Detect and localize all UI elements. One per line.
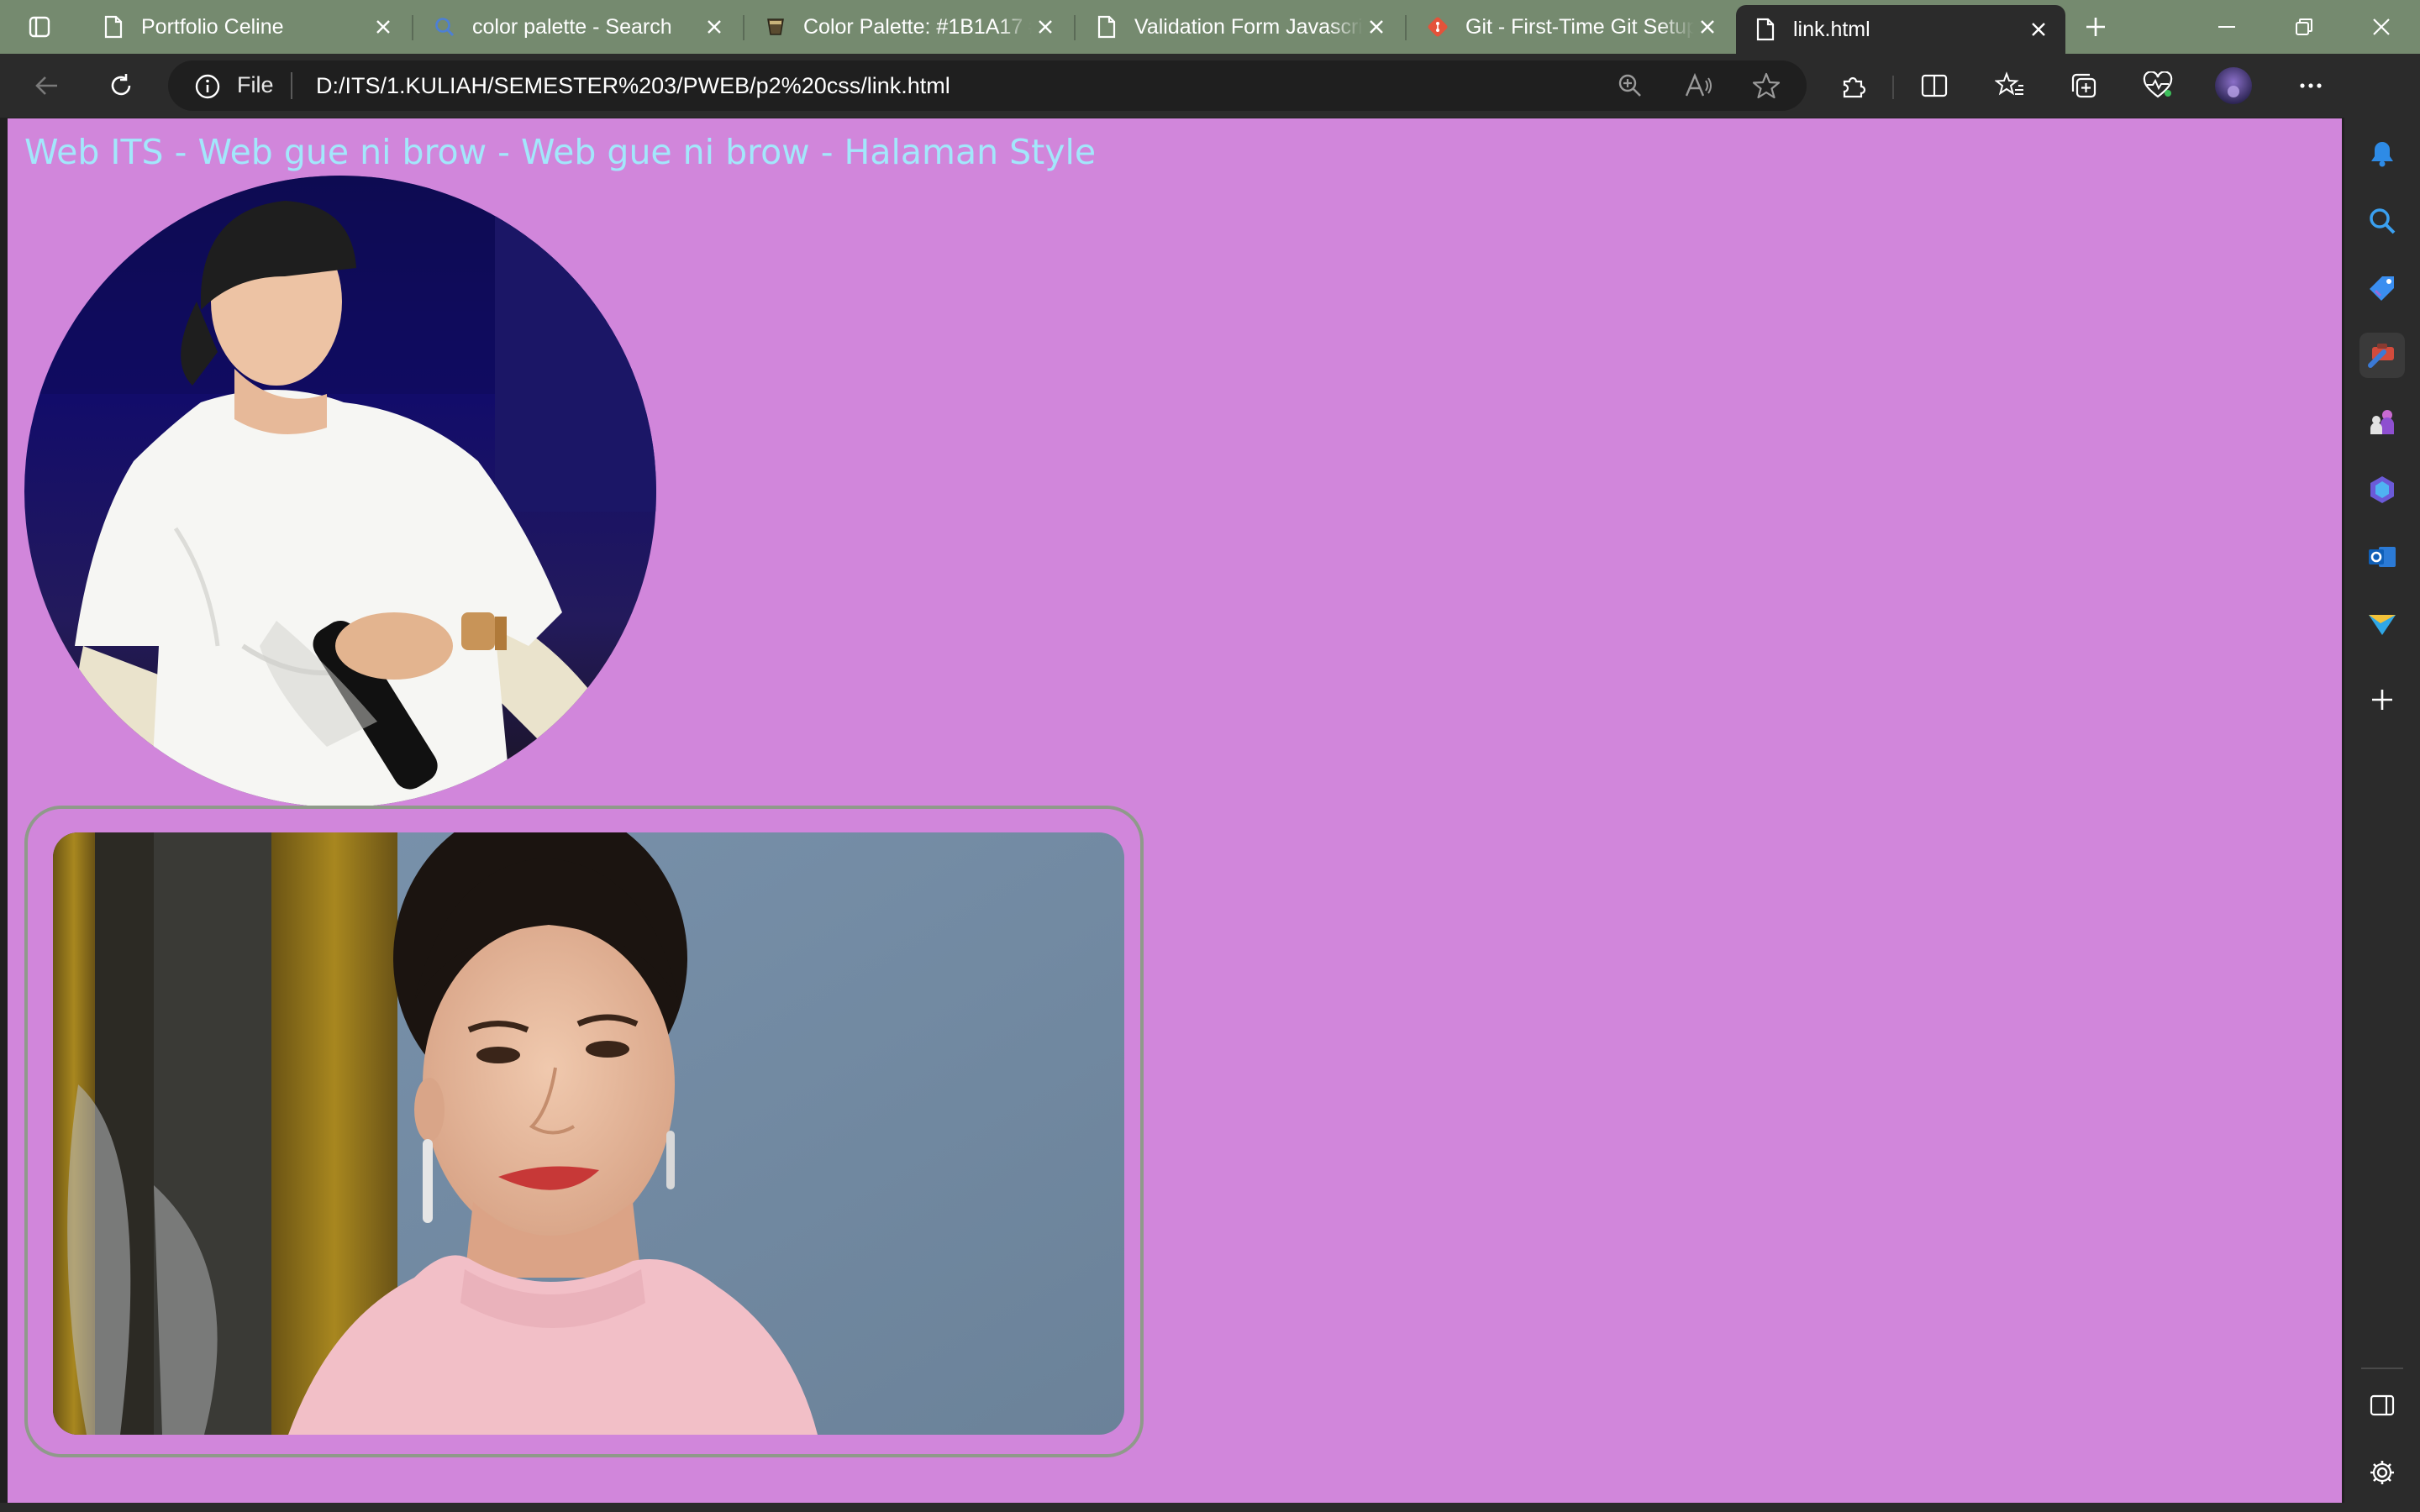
restore-icon <box>2296 18 2312 35</box>
tools-button[interactable] <box>2360 333 2405 378</box>
tab-color-palette-site[interactable]: Color Palette: #1B1A17 # <box>746 5 1072 49</box>
close-icon[interactable] <box>2025 16 2052 43</box>
more-dots-icon <box>2300 83 2322 88</box>
settings-icon <box>2370 1461 2394 1484</box>
sidebar-settings-button[interactable] <box>2360 1450 2405 1495</box>
tools-icon <box>2368 344 2394 368</box>
tab-link-html[interactable]: link.html <box>1736 5 2065 54</box>
toolbar-divider <box>1892 76 1894 99</box>
framed-photo <box>53 832 1124 1435</box>
close-icon[interactable] <box>1363 13 1390 40</box>
tab-actions-icon <box>29 16 50 38</box>
restore-button[interactable] <box>2265 0 2343 54</box>
heart-pulse-icon <box>2143 71 2173 98</box>
close-icon[interactable] <box>370 13 397 40</box>
tab-git-setup[interactable]: Git - First-Time Git Setup <box>1408 5 1734 49</box>
tab-strip: Portfolio Celine color palette - Search … <box>0 0 2420 54</box>
close-window-button[interactable] <box>2343 0 2420 54</box>
copilot-button[interactable] <box>2360 467 2405 512</box>
page-viewport: Web ITS - Web gue ni brow - Web gue ni b… <box>8 118 2342 1503</box>
bell-icon <box>2371 142 2393 167</box>
favorite-star-icon[interactable] <box>1749 69 1783 102</box>
shopping-tag-icon <box>2370 276 2394 301</box>
add-sidebar-app-button[interactable] <box>2360 677 2405 722</box>
tab-title: link.html <box>1793 17 1870 41</box>
puzzle-icon <box>1843 76 1866 98</box>
refresh-icon <box>111 74 131 96</box>
games-icon <box>2370 410 2394 434</box>
tab-divider <box>1405 15 1407 40</box>
collections-icon <box>2071 73 2096 98</box>
sidebar-toggle-icon <box>2370 1394 2395 1416</box>
tab-divider <box>743 15 744 40</box>
page-icon <box>1753 17 1778 42</box>
back-button[interactable] <box>25 66 69 106</box>
search-icon <box>2370 208 2396 234</box>
split-screen-icon <box>1921 74 1948 97</box>
close-icon[interactable] <box>1694 13 1721 40</box>
collections-button[interactable] <box>2062 66 2106 106</box>
tab-title: Validation Form Javascript <box>1134 14 1363 39</box>
tab-actions-button[interactable] <box>15 10 64 44</box>
search-icon <box>432 14 457 39</box>
profile-button[interactable] <box>2212 66 2255 106</box>
address-bar[interactable]: File D:/ITS/1.KULIAH/SEMESTER%203/PWEB/p… <box>168 60 1807 111</box>
add-icon <box>2372 690 2392 710</box>
hide-sidebar-button[interactable] <box>2360 1383 2405 1428</box>
sidebar-search-button[interactable] <box>2360 198 2405 244</box>
tab-title: Git - First-Time Git Setup <box>1465 14 1694 39</box>
favorites-list-icon <box>1995 71 2023 96</box>
address-divider <box>291 72 292 99</box>
page-icon <box>101 14 126 39</box>
tab-validation-form[interactable]: Validation Form Javascript <box>1077 5 1403 49</box>
zoom-icon[interactable] <box>1613 69 1647 102</box>
browser-toolbar: File D:/ITS/1.KULIAH/SEMESTER%203/PWEB/p… <box>0 54 2420 118</box>
window-bottom-edge <box>0 1503 2344 1512</box>
close-icon[interactable] <box>1032 13 1059 40</box>
browser-essentials-button[interactable] <box>2136 66 2180 106</box>
new-tab-button[interactable] <box>2075 10 2116 44</box>
sidebar-divider <box>2361 1368 2403 1369</box>
palette-site-icon <box>763 14 788 39</box>
url-text[interactable]: D:/ITS/1.KULIAH/SEMESTER%203/PWEB/p2%20c… <box>316 73 950 99</box>
site-scheme-label[interactable]: File <box>237 72 274 98</box>
page-heading: Web ITS - Web gue ni brow - Web gue ni b… <box>24 132 1097 172</box>
tab-divider <box>1074 15 1076 40</box>
games-button[interactable] <box>2360 400 2405 445</box>
circle-photo <box>24 176 656 807</box>
send-icon <box>2369 615 2396 635</box>
tab-title: Color Palette: #1B1A17 # <box>803 14 1032 39</box>
drop-button[interactable] <box>2360 601 2405 647</box>
tab-color-palette-search[interactable]: color palette - Search <box>415 5 741 49</box>
plus-icon <box>2086 18 2105 36</box>
tab-title: Portfolio Celine <box>141 14 284 39</box>
tab-divider <box>412 15 413 40</box>
avatar <box>2215 67 2252 104</box>
settings-more-button[interactable] <box>2289 66 2333 106</box>
extensions-button[interactable] <box>1832 66 1876 106</box>
shopping-button[interactable] <box>2360 265 2405 311</box>
close-icon[interactable] <box>701 13 728 40</box>
page-icon <box>1094 14 1119 39</box>
git-icon <box>1425 14 1450 39</box>
read-aloud-icon[interactable] <box>1682 69 1716 102</box>
tab-title: color palette - Search <box>472 14 672 39</box>
outlook-button[interactable] <box>2360 534 2405 580</box>
split-screen-button[interactable] <box>1912 66 1956 106</box>
notifications-button[interactable] <box>2360 131 2405 176</box>
copilot-icon <box>2370 476 2394 503</box>
photo-frame <box>24 806 1144 1457</box>
refresh-button[interactable] <box>99 66 143 106</box>
info-icon[interactable] <box>193 72 222 101</box>
outlook-icon <box>2369 547 2396 567</box>
edge-sidebar <box>2344 54 2420 1512</box>
minimize-button[interactable] <box>2188 0 2265 54</box>
back-arrow-icon <box>35 76 57 95</box>
tab-portfolio-celine[interactable]: Portfolio Celine <box>84 5 410 49</box>
favorites-button[interactable] <box>1988 66 2032 106</box>
minimize-icon <box>2218 26 2235 28</box>
close-icon <box>2373 18 2390 35</box>
